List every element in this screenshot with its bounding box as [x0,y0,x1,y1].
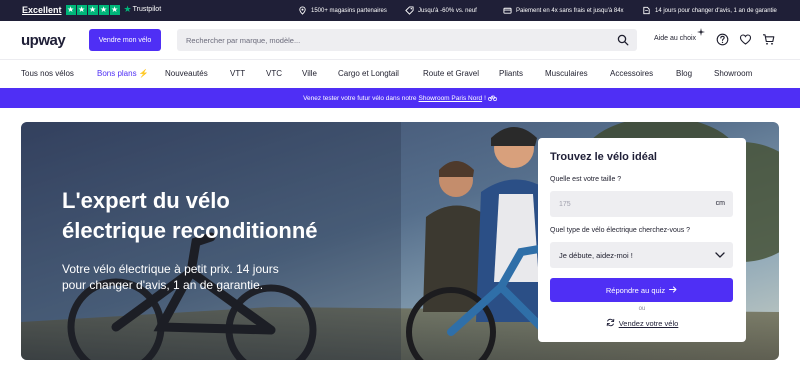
size-question-label: Quelle est votre taille ? [550,176,622,183]
nav-item-folding[interactable]: Pliants [499,69,523,78]
height-input[interactable]: 175 cm [550,191,733,217]
arrow-right-icon [669,286,677,295]
sell-bike-link[interactable]: Vendez votre vélo [538,318,746,329]
quiz-button[interactable]: Répondre au quiz [550,278,733,302]
main-navigation: Tous nos vélos Bons plans ⚡ Nouveautés V… [0,59,800,87]
promo-banner: Venez tester votre futur vélo dans notre… [0,88,800,108]
nav-item-showroom[interactable]: Showroom [714,69,752,78]
hero-subtitle-line: pour changer d'avis, 1 an de garantie. [62,278,264,292]
usp-payment: Paiement en 4x sans frais et jusqu'à 84x [503,6,624,15]
usp-text: 14 jours pour changer d'avis, 1 an de ga… [655,7,777,14]
search-icon[interactable] [617,34,629,46]
promo-text: Venez tester votre futur vélo dans notre [303,94,417,102]
hero-title: L'expert du vélo électrique reconditionn… [62,186,382,246]
type-question-label: Quel type de vélo électrique cherchez-vo… [550,227,691,234]
lightning-icon: ⚡ [138,69,149,78]
trustpilot-star-icon: ★ [123,4,132,14]
nav-item-cargo[interactable]: Cargo et Longtail [338,69,399,78]
finder-title: Trouvez le vélo idéal [550,151,657,163]
hero-title-line: électrique reconditionné [62,218,318,243]
trustpilot-label: Trustpilot [132,6,162,13]
trustpilot-widget[interactable]: Excellent ★ ★ ★ ★ ★ ★ Trustpilot [22,4,161,15]
help-icon[interactable] [716,33,729,46]
star-icon: ★ [65,4,76,15]
nav-item-all-bikes[interactable]: Tous nos vélos [21,69,74,78]
top-bar: Excellent ★ ★ ★ ★ ★ ★ Trustpilot 1500+ ma… [0,0,800,21]
heart-icon[interactable] [739,33,752,46]
bike-type-select[interactable]: Je débute, aidez-moi ! [550,242,733,268]
nav-item-label: Bons plans [97,69,137,78]
nav-item-accessories[interactable]: Accessoires [610,69,653,78]
usp-discount: Jusqu'à -60% vs. neuf [405,6,477,15]
usp-partner-stores: 1500+ magasins partenaires [298,6,387,15]
star-icon: ★ [109,4,120,15]
upway-logo[interactable]: upway [21,32,66,49]
sell-bike-button[interactable]: Vendre mon vélo [89,29,161,51]
quiz-button-label: Répondre au quiz [605,285,666,295]
bike-finder-card: Trouvez le vélo idéal Quelle est votre t… [538,138,746,342]
showroom-link[interactable]: Showroom Paris Nord [419,95,483,102]
promo-text-end: ! [484,94,486,102]
hero-subtitle: Votre vélo électrique à petit prix. 14 j… [62,261,302,293]
trustpilot-stars: ★ ★ ★ ★ ★ [65,4,120,15]
height-placeholder: 175 [559,200,571,208]
hero-title-line: L'expert du vélo [62,188,230,213]
search-input[interactable]: Rechercher par marque, modèle... [177,29,637,51]
usp-text: Paiement en 4x sans frais et jusqu'à 84x [516,7,624,14]
site-header: upway Vendre mon vélo Rechercher par mar… [0,21,800,59]
return-icon [642,6,651,15]
help-choose-link[interactable]: Aide au choix [654,35,696,42]
nav-item-deals[interactable]: Bons plans ⚡ [97,69,149,78]
nav-item-muscular[interactable]: Musculaires [545,69,588,78]
nav-item-city[interactable]: Ville [302,69,317,78]
search-placeholder: Rechercher par marque, modèle... [186,35,301,45]
trustpilot-logo: ★ Trustpilot [124,4,162,15]
cart-icon[interactable] [762,33,775,46]
trustpilot-rating[interactable]: Excellent [22,5,62,15]
nav-item-blog[interactable]: Blog [676,69,692,78]
location-pin-icon [298,6,307,15]
sparkle-icon [697,28,705,38]
usp-returns: 14 jours pour changer d'avis, 1 an de ga… [642,6,777,15]
refresh-icon [606,318,615,329]
chevron-down-icon [715,251,725,259]
or-separator: ou [638,306,646,312]
bike-type-selected: Je débute, aidez-moi ! [559,250,633,260]
height-unit: cm [715,200,725,207]
star-icon: ★ [87,4,98,15]
sell-link-label: Vendez votre vélo [618,319,679,328]
nav-item-vtt[interactable]: VTT [230,69,245,78]
price-tag-icon [405,6,414,15]
usp-text: Jusqu'à -60% vs. neuf [418,7,477,14]
card-icon [503,6,512,15]
hero-subtitle-line: Votre vélo électrique à petit prix. 14 j… [62,262,279,276]
star-icon: ★ [76,4,87,15]
bike-icon [487,94,497,103]
nav-item-new[interactable]: Nouveautés [165,69,208,78]
usp-text: 1500+ magasins partenaires [311,7,387,14]
nav-item-road-gravel[interactable]: Route et Gravel [423,69,479,78]
star-icon: ★ [98,4,109,15]
nav-item-vtc[interactable]: VTC [266,69,282,78]
